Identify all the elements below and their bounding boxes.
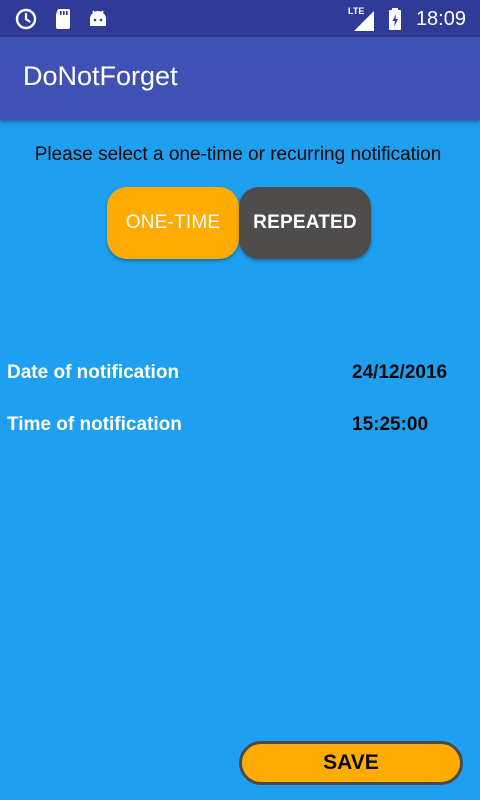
save-button[interactable]: SAVE [239, 741, 463, 785]
app-bar: DoNotForget [0, 37, 480, 120]
battery-icon [389, 8, 401, 30]
time-value[interactable]: 15:25:00 [352, 414, 428, 436]
app-title: DoNotForget [23, 61, 178, 91]
one-time-button[interactable]: ONE-TIME [107, 187, 239, 259]
signal-icon [354, 11, 374, 31]
status-time: 18:09 [415, 8, 466, 30]
notification-type-prompt: Please select a one-time or recurring no… [34, 144, 442, 165]
date-value[interactable]: 24/12/2016 [352, 362, 447, 384]
status-bar: LTE 18:09 [0, 0, 480, 37]
date-label: Date of notification [7, 362, 180, 383]
repeated-button[interactable]: REPEATED [239, 187, 371, 259]
android-icon [90, 10, 106, 26]
clock-icon [15, 8, 37, 30]
sd-card-icon [56, 9, 70, 29]
screen: LTE 18:09 DoNotForget Please select a on… [0, 0, 480, 800]
time-label: Time of notification [7, 414, 182, 435]
